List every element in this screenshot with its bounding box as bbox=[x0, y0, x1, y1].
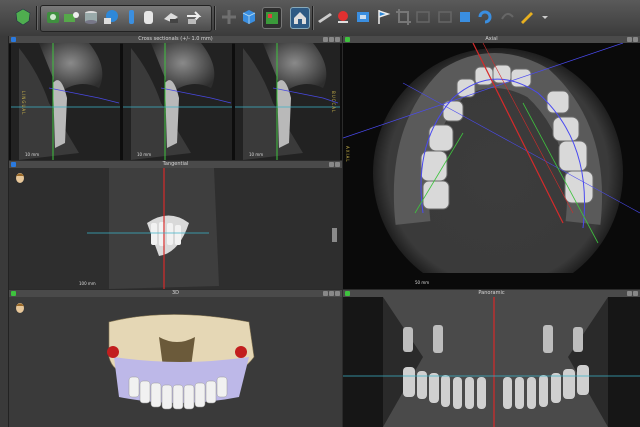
pen-icon[interactable] bbox=[316, 7, 334, 27]
layout-icon[interactable] bbox=[262, 7, 282, 29]
rotate-icon[interactable] bbox=[476, 7, 494, 27]
implant-icon[interactable] bbox=[102, 7, 120, 27]
app-shield-icon[interactable] bbox=[14, 7, 32, 27]
cross-sections-image bbox=[11, 43, 340, 160]
cross-pane-title: Cross sectionals (+/- 1.0 mm) bbox=[138, 36, 213, 42]
left-strip bbox=[0, 36, 9, 427]
cross-sectionals-pane[interactable]: Cross sectionals (+/- 1.0 mm) 10 mm 10 m… bbox=[9, 36, 342, 160]
cylinder-icon[interactable] bbox=[82, 7, 100, 27]
axial-side-label: AXIAL bbox=[345, 146, 350, 163]
cube-blue-icon[interactable] bbox=[456, 7, 474, 27]
pane-color-icon bbox=[345, 291, 350, 296]
pane-close-icon[interactable] bbox=[335, 37, 340, 42]
crop-icon[interactable] bbox=[394, 7, 412, 27]
tangential-pane-title: Tangential bbox=[162, 161, 189, 167]
panoramic-pane[interactable]: Panoramic bbox=[343, 290, 640, 427]
pane-color-icon bbox=[11, 162, 16, 167]
pane-button-icon[interactable] bbox=[329, 162, 334, 167]
home-icon[interactable] bbox=[290, 7, 310, 29]
pane-button-icon[interactable] bbox=[329, 291, 334, 296]
pane-button-icon[interactable] bbox=[627, 291, 632, 296]
scale-label: 10 mm bbox=[137, 152, 152, 157]
move-icon[interactable] bbox=[44, 7, 62, 27]
head-orientation-icon[interactable] bbox=[15, 172, 25, 186]
scale-label: 10 mm bbox=[249, 152, 264, 157]
arrow-icon[interactable] bbox=[184, 7, 202, 27]
more-icon[interactable] bbox=[536, 7, 548, 27]
undo-icon[interactable] bbox=[498, 7, 516, 27]
pane-close-icon[interactable] bbox=[335, 291, 340, 296]
pane-close-icon[interactable] bbox=[633, 291, 638, 296]
cross-arrow-icon[interactable] bbox=[220, 7, 238, 27]
tangential-image bbox=[9, 168, 342, 289]
head-orientation-icon[interactable] bbox=[15, 302, 25, 316]
pane-button-icon[interactable] bbox=[323, 37, 328, 42]
panoramic-pane-title: Panoramic bbox=[478, 290, 505, 296]
axial-image bbox=[343, 43, 640, 289]
nerve-icon[interactable] bbox=[122, 7, 140, 27]
pane-color-icon bbox=[345, 37, 350, 42]
tangential-scroll-thumb[interactable] bbox=[332, 228, 337, 242]
tangential-scale-label: 100 mm bbox=[79, 281, 96, 286]
pane-button-icon[interactable] bbox=[627, 37, 632, 42]
scale-label: 10 mm bbox=[25, 152, 40, 157]
tangential-pane[interactable]: Tangential 100 mm bbox=[9, 161, 342, 289]
grid-icon[interactable] bbox=[414, 7, 432, 27]
3d-pane[interactable]: 3D bbox=[9, 290, 342, 427]
marker-icon[interactable] bbox=[334, 7, 352, 27]
buccal-label: BUCCAL bbox=[331, 91, 336, 114]
pane-button-icon[interactable] bbox=[329, 37, 334, 42]
flag-icon[interactable] bbox=[374, 7, 392, 27]
pane-button-icon[interactable] bbox=[323, 291, 328, 296]
stack-icon[interactable] bbox=[354, 7, 372, 27]
patient-icon[interactable] bbox=[62, 7, 80, 27]
main-toolbar bbox=[0, 0, 640, 37]
axial-pane[interactable]: Axial 50 mm AXIAL bbox=[343, 36, 640, 289]
panoramic-image bbox=[343, 297, 640, 427]
measure-icon[interactable] bbox=[162, 7, 180, 27]
pane-close-icon[interactable] bbox=[335, 162, 340, 167]
crown-icon[interactable] bbox=[140, 7, 158, 27]
3d-model-image bbox=[9, 297, 342, 427]
axial-pane-title: Axial bbox=[485, 36, 498, 42]
view-icon[interactable] bbox=[436, 7, 454, 27]
pane-color-icon bbox=[11, 291, 16, 296]
pane-color-icon bbox=[11, 37, 16, 42]
pane-close-icon[interactable] bbox=[633, 37, 638, 42]
axial-scale-label: 50 mm bbox=[415, 280, 430, 285]
cube-icon[interactable] bbox=[240, 7, 258, 27]
3d-pane-title: 3D bbox=[171, 290, 180, 296]
pencil-icon[interactable] bbox=[518, 7, 536, 27]
lingual-label: LINGUAL bbox=[21, 91, 26, 116]
